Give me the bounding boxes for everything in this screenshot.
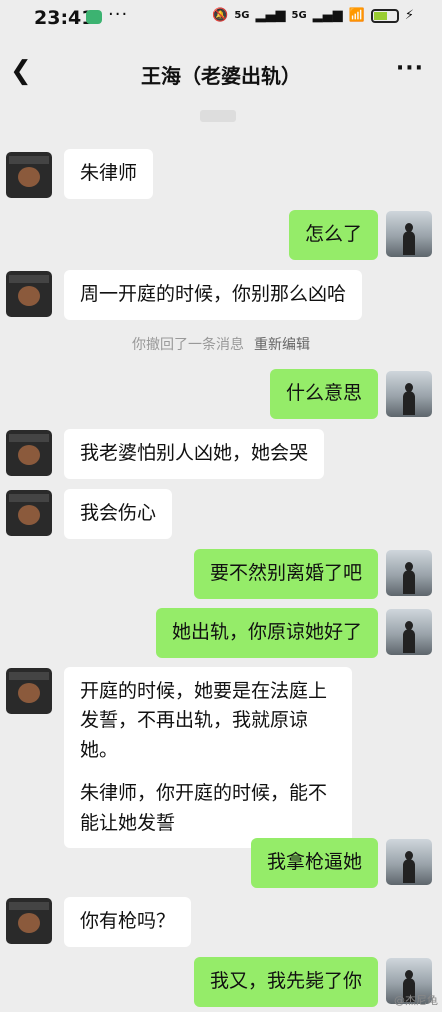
- message-bubble-right[interactable]: 怎么了: [288, 210, 378, 260]
- avatar-lawyer[interactable]: [6, 430, 52, 476]
- mute-icon: 🔕: [212, 8, 229, 23]
- status-indicators: 🔕 5G ▂▄▆ 5G ▂▄▆ 📶 ⚡: [212, 8, 414, 23]
- message-bubble-right[interactable]: 我拿枪逼她: [250, 838, 378, 888]
- avatar-me[interactable]: [386, 211, 432, 257]
- more-notifications-icon: ···: [108, 4, 129, 25]
- more-dots-icon[interactable]: ···: [396, 56, 424, 81]
- avatar-me[interactable]: [386, 609, 432, 655]
- message-bubble-left[interactable]: 周一开庭的时候，你别那么凶哈: [64, 270, 363, 320]
- charging-icon: ⚡: [404, 8, 414, 23]
- chat-title: 王海（老婆出轨）: [141, 64, 301, 88]
- signal-2-label: 5G: [291, 10, 307, 21]
- avatar-lawyer[interactable]: [6, 271, 52, 317]
- message-bubble-right[interactable]: 要不然别离婚了吧: [193, 549, 378, 599]
- time-stamp-faint: [200, 110, 236, 122]
- message-paragraph: 开庭的时候，她要是在法庭上发誓，不再出轨，我就原谅她。: [80, 680, 328, 761]
- message-bubble-left[interactable]: 我老婆怕别人凶她，她会哭: [64, 429, 325, 479]
- watermark: @杰尼龟: [394, 994, 438, 1007]
- message-bubble-left[interactable]: 开庭的时候，她要是在法庭上发誓，不再出轨，我就原谅她。 朱律师，你开庭的时候，能…: [64, 667, 352, 849]
- wifi-icon: 📶: [348, 8, 365, 23]
- message-bubble-right[interactable]: 她出轨，你原谅她好了: [155, 608, 378, 658]
- status-bar: 23:41 ··· 🔕 5G ▂▄▆ 5G ▂▄▆ 📶 ⚡: [0, 0, 442, 36]
- reedit-link[interactable]: 重新编辑: [254, 337, 310, 353]
- avatar-lawyer[interactable]: [6, 668, 52, 714]
- avatar-me[interactable]: [386, 839, 432, 885]
- avatar-lawyer[interactable]: [6, 898, 52, 944]
- signal-bars-icon: ▂▄▆: [255, 8, 286, 23]
- message-bubble-left[interactable]: 朱律师: [64, 149, 154, 199]
- avatar-lawyer[interactable]: [6, 152, 52, 198]
- message-paragraph: 朱律师，你开庭的时候，能不能让她发誓: [80, 782, 328, 834]
- message-bubble-left[interactable]: 你有枪吗？: [64, 897, 192, 947]
- avatar-lawyer[interactable]: [6, 490, 52, 536]
- message-bubble-right[interactable]: 我又，我先毙了你: [193, 957, 378, 1007]
- signal-1-label: 5G: [234, 10, 250, 21]
- message-bubble-left[interactable]: 我会伤心: [64, 489, 173, 539]
- wechat-notification-icon: [86, 10, 102, 24]
- recall-notice: 你撤回了一条消息 重新编辑: [0, 334, 442, 354]
- signal-bars-2-icon: ▂▄▆: [312, 8, 343, 23]
- recall-notice-text: 你撤回了一条消息: [132, 337, 244, 353]
- avatar-me[interactable]: [386, 371, 432, 417]
- battery-icon: [370, 8, 399, 23]
- chat-header: ❮ 王海（老婆出轨） ···: [0, 44, 442, 100]
- avatar-me[interactable]: [386, 550, 432, 596]
- message-bubble-right[interactable]: 什么意思: [269, 369, 378, 419]
